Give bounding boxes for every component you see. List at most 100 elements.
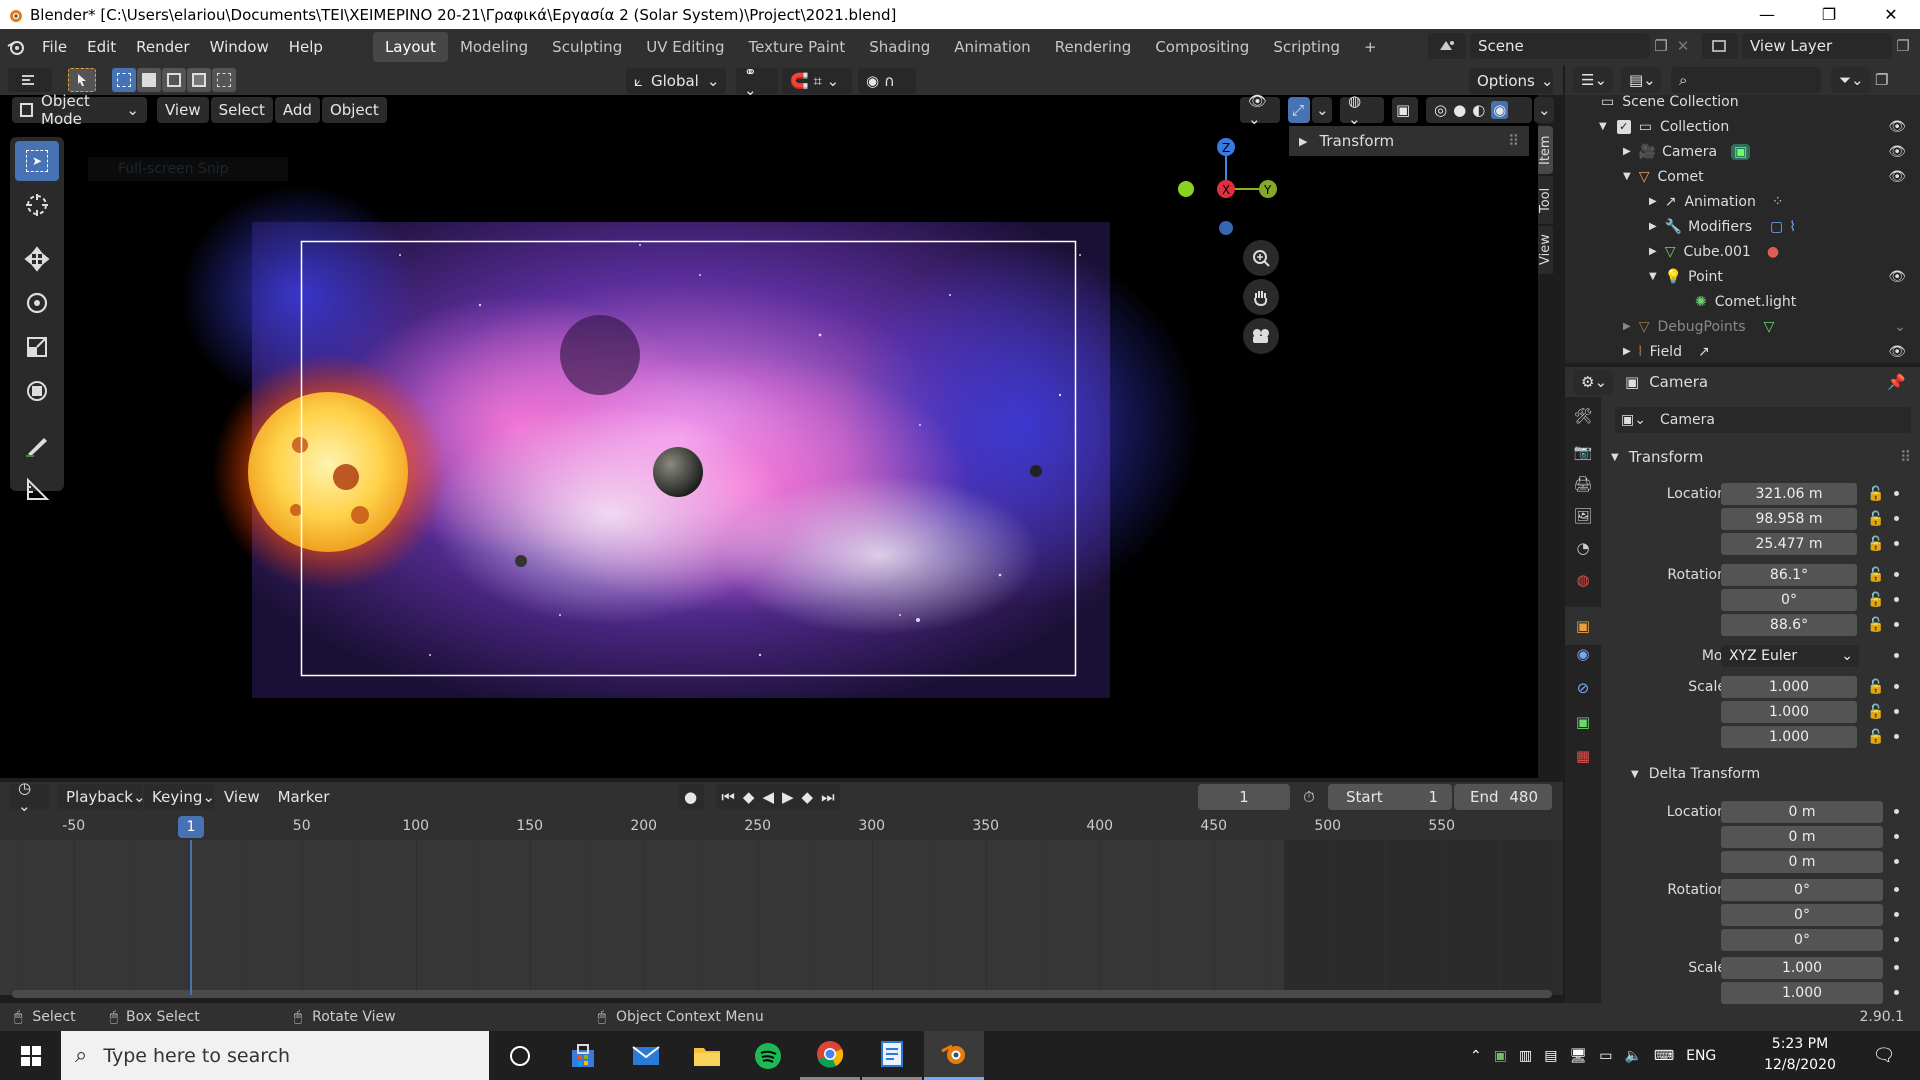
menu-edit[interactable]: Edit bbox=[77, 38, 126, 56]
play-reverse-icon[interactable]: ◀ bbox=[762, 788, 774, 806]
taskbar-search-box[interactable]: ⌕ Type here to search bbox=[61, 1031, 489, 1080]
windows-start-icon[interactable] bbox=[0, 1031, 61, 1080]
minimize-button[interactable]: — bbox=[1738, 0, 1796, 29]
select-mode-new-icon[interactable] bbox=[112, 68, 136, 92]
blender-taskbar-icon[interactable] bbox=[924, 1031, 984, 1080]
outliner-row-comet-light[interactable]: ✺ Comet.light bbox=[1565, 289, 1920, 314]
close-window-button[interactable]: ✕ bbox=[1862, 0, 1920, 29]
keyframe-dot[interactable] bbox=[1894, 516, 1899, 521]
object-name-field[interactable]: ▣⌄ Camera bbox=[1615, 407, 1911, 433]
new-scene-icon[interactable]: ❐ bbox=[1650, 37, 1672, 55]
outliner-row-scene-collection[interactable]: ▭ Scene Collection bbox=[1565, 89, 1920, 114]
output-properties-icon[interactable]: 🖨 bbox=[1565, 475, 1601, 507]
properties-editor-type-icon[interactable]: ⚙⌄ bbox=[1573, 369, 1613, 395]
outliner-row-collection[interactable]: ▼ ✓ ▭ Collection 👁 bbox=[1565, 114, 1920, 139]
tab-workspace-animation[interactable]: Animation bbox=[942, 32, 1042, 62]
render-properties-icon[interactable]: 📷 bbox=[1565, 443, 1601, 475]
end-frame-field[interactable]: End 480 bbox=[1454, 784, 1552, 810]
active-tool-icon[interactable] bbox=[68, 68, 96, 92]
keyframe-dot[interactable] bbox=[1894, 912, 1899, 917]
lock-icon[interactable]: 🔓 bbox=[1867, 729, 1884, 745]
rotation-mode-dropdown[interactable]: XYZ Euler ⌄ bbox=[1721, 645, 1859, 667]
outliner-row-field[interactable]: ▶ ⦚ Field ↗ 👁 bbox=[1565, 339, 1920, 364]
notifications-icon[interactable]: 🗨 bbox=[1862, 1031, 1906, 1080]
mail-icon[interactable] bbox=[616, 1031, 676, 1080]
delta-rotation-x-field[interactable]: 0° bbox=[1721, 879, 1883, 901]
lock-icon[interactable]: 🔓 bbox=[1867, 567, 1884, 583]
file-explorer-icon[interactable] bbox=[677, 1031, 737, 1080]
lock-icon[interactable]: 🔓 bbox=[1867, 704, 1884, 720]
outliner-row-animation[interactable]: ▶ ↗ Animation ⁘ bbox=[1565, 189, 1920, 214]
store-icon[interactable] bbox=[553, 1031, 613, 1080]
delta-scale-y-field[interactable]: 1.000 bbox=[1721, 982, 1883, 1004]
maximize-button[interactable]: ❐ bbox=[1800, 0, 1858, 29]
tray-app3-icon[interactable]: ▤ bbox=[1544, 1048, 1557, 1064]
keyframe-dot[interactable] bbox=[1894, 572, 1899, 577]
move-tool-icon[interactable] bbox=[15, 239, 59, 279]
gizmo-toggle-icon[interactable]: ⤢ bbox=[1288, 97, 1310, 123]
delta-location-z-field[interactable]: 0 m bbox=[1721, 851, 1883, 873]
expand-arrow-icon[interactable]: ▶ bbox=[1649, 246, 1657, 257]
network-icon[interactable]: 🖥 bbox=[1569, 1048, 1587, 1064]
expand-arrow-icon[interactable]: ▼ bbox=[1623, 171, 1631, 182]
pin-icon[interactable]: 📌 bbox=[1887, 373, 1906, 391]
keyframe-dot[interactable] bbox=[1894, 541, 1899, 546]
pivot-point-icon[interactable]: ⚭ ⌄ bbox=[736, 63, 778, 99]
wireframe-shading-icon[interactable]: ◎ bbox=[1434, 101, 1447, 119]
tab-workspace-modeling[interactable]: Modeling bbox=[448, 32, 540, 62]
expand-arrow-icon[interactable]: ▼ bbox=[1649, 271, 1657, 282]
keyframe-dot[interactable] bbox=[1894, 653, 1899, 658]
spotify-icon[interactable] bbox=[738, 1031, 798, 1080]
camera-data-properties-icon[interactable]: ▣ bbox=[1565, 713, 1601, 747]
add-workspace-button[interactable]: + bbox=[1352, 32, 1389, 62]
show-hidden-icons-icon[interactable]: ⌃ bbox=[1470, 1048, 1482, 1064]
expand-arrow-icon[interactable]: ▶ bbox=[1623, 146, 1631, 157]
rotate-tool-icon[interactable] bbox=[15, 283, 59, 323]
zoom-icon[interactable] bbox=[1243, 240, 1279, 276]
lock-icon[interactable]: 🔓 bbox=[1867, 511, 1884, 527]
keyboard-icon[interactable]: ⌨ bbox=[1654, 1048, 1674, 1064]
rotation-x-field[interactable]: 86.1° bbox=[1721, 564, 1857, 586]
playhead-frame-indicator[interactable]: 1 bbox=[178, 816, 204, 838]
outliner-row-point[interactable]: ▼ 💡 Point 👁 bbox=[1565, 264, 1920, 289]
keyframe-dot[interactable] bbox=[1894, 734, 1899, 739]
navigation-gizmo[interactable]: Z X Y bbox=[1160, 135, 1280, 245]
tab-workspace-shading[interactable]: Shading bbox=[857, 32, 942, 62]
marker-menu[interactable]: Marker bbox=[270, 784, 338, 810]
interaction-mode-dropdown[interactable]: Object Mode ⌄ bbox=[12, 92, 147, 128]
keyframe-dot[interactable] bbox=[1894, 990, 1899, 995]
menu-render[interactable]: Render bbox=[126, 38, 199, 56]
timeline-ruler[interactable]: -50 50 100 150 200 250 300 350 400 450 500 550 bbox=[0, 812, 1563, 840]
clock[interactable]: 5:23 PM 12/8/2020 bbox=[1760, 1034, 1840, 1076]
object-menu[interactable]: Object bbox=[321, 97, 387, 123]
outliner-row-cube001[interactable]: ▶ ▽ Cube.001 ● bbox=[1565, 239, 1920, 264]
tab-workspace-scripting[interactable]: Scripting bbox=[1261, 32, 1352, 62]
new-view-layer-icon[interactable]: ❐ bbox=[1892, 37, 1914, 55]
checkbox-icon[interactable]: ✓ bbox=[1616, 119, 1631, 134]
tab-workspace-uv-editing[interactable]: UV Editing bbox=[634, 32, 736, 62]
timeline-view-menu[interactable]: View bbox=[216, 784, 268, 810]
keyframe-dot[interactable] bbox=[1894, 937, 1899, 942]
rotation-z-field[interactable]: 88.6° bbox=[1721, 614, 1857, 636]
select-mode-subtract-icon[interactable] bbox=[162, 68, 186, 92]
overlays-icon[interactable]: ◍ ⌄ bbox=[1340, 92, 1384, 128]
tab-workspace-compositing[interactable]: Compositing bbox=[1143, 32, 1261, 62]
3d-viewport[interactable]: Full-screen Snip Z X Y bbox=[0, 95, 1538, 778]
material-shading-icon[interactable]: ◐ bbox=[1472, 101, 1485, 119]
texture-properties-icon[interactable]: ▦ bbox=[1565, 747, 1601, 781]
panel-expand-icon[interactable]: ▶ bbox=[1299, 135, 1307, 148]
collapse-arrow-icon[interactable]: ▼ bbox=[1611, 452, 1619, 463]
menu-help[interactable]: Help bbox=[279, 38, 333, 56]
transform-panel-header[interactable]: ▼ Transform ⠿ bbox=[1611, 445, 1911, 469]
rendered-shading-icon[interactable]: ◉ bbox=[1491, 101, 1509, 119]
outliner-row-debugpoints[interactable]: ▶ ▽ DebugPoints ▽ ⌄ bbox=[1565, 314, 1920, 339]
timeline-editor-type-icon[interactable]: ◷ ⌄ bbox=[10, 779, 50, 815]
keyframe-dot[interactable] bbox=[1894, 809, 1899, 814]
delete-view-layer-icon[interactable]: ✕ bbox=[1914, 37, 1920, 55]
preview-range-icon[interactable]: ⏱ bbox=[1294, 788, 1324, 806]
tray-app-icon[interactable]: ▣ bbox=[1494, 1048, 1507, 1064]
location-y-field[interactable]: 98.958 m bbox=[1721, 508, 1857, 530]
expand-arrow-icon[interactable]: ▶ bbox=[1649, 221, 1657, 232]
keyframe-dot[interactable] bbox=[1894, 491, 1899, 496]
delta-transform-header[interactable]: ▼ Delta Transform bbox=[1631, 763, 1911, 785]
